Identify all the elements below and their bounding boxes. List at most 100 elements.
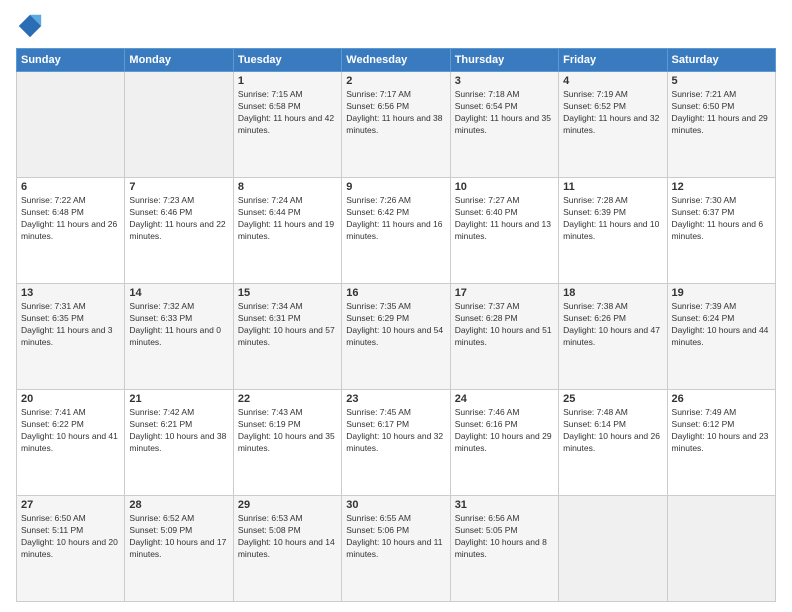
day-info: Sunrise: 6:56 AM Sunset: 5:05 PM Dayligh… <box>455 513 554 561</box>
day-number: 20 <box>21 393 120 405</box>
day-number: 9 <box>346 181 445 193</box>
calendar-cell: 27Sunrise: 6:50 AM Sunset: 5:11 PM Dayli… <box>17 496 125 602</box>
calendar-cell: 10 Sunrise: 7:27 AM Sunset: 6:40 PM Dayli… <box>450 178 558 284</box>
calendar-cell: 31 Sunrise: 6:56 AM Sunset: 5:05 PM Dayli… <box>450 496 558 602</box>
day-number: 2 <box>346 75 445 87</box>
day-info: Sunrise: 7:43 AM Sunset: 6:19 PM Dayligh… <box>238 407 337 455</box>
day-number: 26 <box>672 393 771 405</box>
day-number: 22 <box>238 393 337 405</box>
calendar-cell: 29Sunrise: 6:53 AM Sunset: 5:08 PM Dayli… <box>233 496 341 602</box>
day-info: Sunrise: 7:24 AM Sunset: 6:44 PM Dayligh… <box>238 195 337 243</box>
day-info: Sunrise: 7:39 AM Sunset: 6:24 PM Dayligh… <box>672 301 771 349</box>
day-number: 1 <box>238 75 337 87</box>
calendar-cell: 20 Sunrise: 7:41 AM Sunset: 6:22 PM Dayli… <box>17 390 125 496</box>
calendar-cell: 26 Sunrise: 7:49 AM Sunset: 6:12 PM Dayli… <box>667 390 775 496</box>
calendar-cell <box>125 72 233 178</box>
calendar-cell: 13 Sunrise: 7:31 AM Sunset: 6:35 PM Dayli… <box>17 284 125 390</box>
day-info: Sunrise: 7:26 AM Sunset: 6:42 PM Dayligh… <box>346 195 445 243</box>
logo <box>16 12 48 40</box>
calendar-cell: 2 Sunrise: 7:17 AM Sunset: 6:56 PM Daylig… <box>342 72 450 178</box>
day-info: Sunrise: 7:45 AM Sunset: 6:17 PM Dayligh… <box>346 407 445 455</box>
day-number: 7 <box>129 181 228 193</box>
calendar-cell: 17Sunrise: 7:37 AM Sunset: 6:28 PM Dayli… <box>450 284 558 390</box>
day-info: Sunrise: 7:38 AM Sunset: 6:26 PM Dayligh… <box>563 301 662 349</box>
day-info: Sunrise: 7:35 AM Sunset: 6:29 PM Dayligh… <box>346 301 445 349</box>
calendar-cell: 16 Sunrise: 7:35 AM Sunset: 6:29 PM Dayli… <box>342 284 450 390</box>
calendar-cell: 4 Sunrise: 7:19 AM Sunset: 6:52 PM Daylig… <box>559 72 667 178</box>
day-info: Sunrise: 7:23 AM Sunset: 6:46 PM Dayligh… <box>129 195 228 243</box>
calendar-week-4: 20 Sunrise: 7:41 AM Sunset: 6:22 PM Dayli… <box>17 390 776 496</box>
day-info: Sunrise: 7:32 AM Sunset: 6:33 PM Dayligh… <box>129 301 228 349</box>
day-number: 19 <box>672 287 771 299</box>
day-info: Sunrise: 6:55 AM Sunset: 5:06 PM Dayligh… <box>346 513 445 561</box>
header <box>16 12 776 40</box>
day-info: Sunrise: 7:28 AM Sunset: 6:39 PM Dayligh… <box>563 195 662 243</box>
calendar-table: SundayMondayTuesdayWednesdayThursdayFrid… <box>16 48 776 602</box>
calendar-cell <box>667 496 775 602</box>
calendar-header-row: SundayMondayTuesdayWednesdayThursdayFrid… <box>17 49 776 72</box>
day-header-sunday: Sunday <box>17 49 125 72</box>
calendar-cell: 21 Sunrise: 7:42 AM Sunset: 6:21 PM Dayli… <box>125 390 233 496</box>
calendar-week-5: 27Sunrise: 6:50 AM Sunset: 5:11 PM Dayli… <box>17 496 776 602</box>
day-info: Sunrise: 7:19 AM Sunset: 6:52 PM Dayligh… <box>563 89 662 137</box>
calendar-cell: 23 Sunrise: 7:45 AM Sunset: 6:17 PM Dayli… <box>342 390 450 496</box>
day-info: Sunrise: 7:34 AM Sunset: 6:31 PM Dayligh… <box>238 301 337 349</box>
calendar-cell <box>559 496 667 602</box>
calendar-week-2: 6 Sunrise: 7:22 AM Sunset: 6:48 PM Daylig… <box>17 178 776 284</box>
calendar-cell: 1 Sunrise: 7:15 AM Sunset: 6:58 PM Daylig… <box>233 72 341 178</box>
day-number: 13 <box>21 287 120 299</box>
day-info: Sunrise: 6:50 AM Sunset: 5:11 PM Dayligh… <box>21 513 120 561</box>
day-number: 11 <box>563 181 662 193</box>
day-number: 10 <box>455 181 554 193</box>
calendar-cell: 18 Sunrise: 7:38 AM Sunset: 6:26 PM Dayli… <box>559 284 667 390</box>
day-info: Sunrise: 7:31 AM Sunset: 6:35 PM Dayligh… <box>21 301 120 349</box>
day-number: 14 <box>129 287 228 299</box>
day-info: Sunrise: 7:37 AM Sunset: 6:28 PM Dayligh… <box>455 301 554 349</box>
day-header-saturday: Saturday <box>667 49 775 72</box>
calendar-cell: 24Sunrise: 7:46 AM Sunset: 6:16 PM Dayli… <box>450 390 558 496</box>
day-info: Sunrise: 7:22 AM Sunset: 6:48 PM Dayligh… <box>21 195 120 243</box>
calendar-cell: 19 Sunrise: 7:39 AM Sunset: 6:24 PM Dayli… <box>667 284 775 390</box>
calendar-cell: 12 Sunrise: 7:30 AM Sunset: 6:37 PM Dayli… <box>667 178 775 284</box>
calendar-cell: 3Sunrise: 7:18 AM Sunset: 6:54 PM Daylig… <box>450 72 558 178</box>
day-info: Sunrise: 7:18 AM Sunset: 6:54 PM Dayligh… <box>455 89 554 137</box>
day-info: Sunrise: 7:42 AM Sunset: 6:21 PM Dayligh… <box>129 407 228 455</box>
day-number: 12 <box>672 181 771 193</box>
day-number: 21 <box>129 393 228 405</box>
day-number: 25 <box>563 393 662 405</box>
calendar-cell: 25 Sunrise: 7:48 AM Sunset: 6:14 PM Dayli… <box>559 390 667 496</box>
day-number: 5 <box>672 75 771 87</box>
calendar-cell: 30 Sunrise: 6:55 AM Sunset: 5:06 PM Dayli… <box>342 496 450 602</box>
day-header-wednesday: Wednesday <box>342 49 450 72</box>
day-number: 16 <box>346 287 445 299</box>
day-info: Sunrise: 7:41 AM Sunset: 6:22 PM Dayligh… <box>21 407 120 455</box>
calendar-cell: 9 Sunrise: 7:26 AM Sunset: 6:42 PM Daylig… <box>342 178 450 284</box>
calendar-cell <box>17 72 125 178</box>
day-info: Sunrise: 7:15 AM Sunset: 6:58 PM Dayligh… <box>238 89 337 137</box>
day-number: 4 <box>563 75 662 87</box>
day-number: 8 <box>238 181 337 193</box>
calendar-week-3: 13 Sunrise: 7:31 AM Sunset: 6:35 PM Dayli… <box>17 284 776 390</box>
calendar-week-1: 1 Sunrise: 7:15 AM Sunset: 6:58 PM Daylig… <box>17 72 776 178</box>
day-number: 30 <box>346 499 445 511</box>
day-number: 18 <box>563 287 662 299</box>
day-header-monday: Monday <box>125 49 233 72</box>
day-info: Sunrise: 7:30 AM Sunset: 6:37 PM Dayligh… <box>672 195 771 243</box>
calendar-cell: 5Sunrise: 7:21 AM Sunset: 6:50 PM Daylig… <box>667 72 775 178</box>
calendar-cell: 11 Sunrise: 7:28 AM Sunset: 6:39 PM Dayli… <box>559 178 667 284</box>
day-info: Sunrise: 7:17 AM Sunset: 6:56 PM Dayligh… <box>346 89 445 137</box>
generalblue-logo-icon <box>16 12 44 40</box>
day-header-tuesday: Tuesday <box>233 49 341 72</box>
day-info: Sunrise: 7:46 AM Sunset: 6:16 PM Dayligh… <box>455 407 554 455</box>
day-info: Sunrise: 7:48 AM Sunset: 6:14 PM Dayligh… <box>563 407 662 455</box>
day-number: 31 <box>455 499 554 511</box>
calendar-cell: 8 Sunrise: 7:24 AM Sunset: 6:44 PM Daylig… <box>233 178 341 284</box>
day-info: Sunrise: 7:27 AM Sunset: 6:40 PM Dayligh… <box>455 195 554 243</box>
day-number: 23 <box>346 393 445 405</box>
day-number: 6 <box>21 181 120 193</box>
day-number: 29 <box>238 499 337 511</box>
day-header-thursday: Thursday <box>450 49 558 72</box>
day-info: Sunrise: 7:49 AM Sunset: 6:12 PM Dayligh… <box>672 407 771 455</box>
day-number: 28 <box>129 499 228 511</box>
calendar-cell: 15Sunrise: 7:34 AM Sunset: 6:31 PM Dayli… <box>233 284 341 390</box>
